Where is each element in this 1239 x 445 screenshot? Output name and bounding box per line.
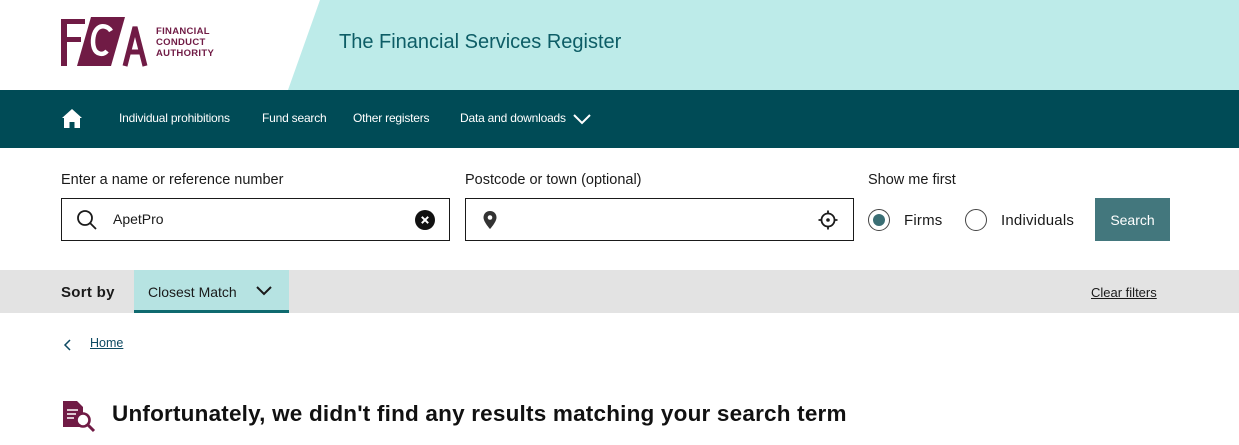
nav-item-data-and-downloads[interactable]: Data and downloads <box>460 111 566 125</box>
postcode-field-label: Postcode or town (optional) <box>465 172 642 188</box>
breadcrumb-home-link[interactable]: Home <box>90 336 123 350</box>
postcode-input[interactable] <box>465 198 854 241</box>
chevron-down-icon <box>256 286 272 296</box>
sort-select-value: Closest Match <box>148 284 237 300</box>
nav-item-individual-prohibitions[interactable]: Individual prohibitions <box>119 111 230 125</box>
logo-text-line: AUTHORITY <box>156 48 215 59</box>
clear-filters-link[interactable]: Clear filters <box>1091 285 1157 300</box>
nav-item-fund-search[interactable]: Fund search <box>262 111 327 125</box>
main-nav: Individual prohibitions Fund search Othe… <box>0 90 1239 148</box>
logo-text-line: CONDUCT <box>156 37 206 48</box>
location-pin-icon <box>483 211 497 229</box>
chevron-down-icon[interactable] <box>572 112 592 126</box>
logo-text-line: FINANCIAL <box>156 26 210 37</box>
sort-by-label: Sort by <box>61 284 115 301</box>
name-search-value: ApetPro <box>113 211 164 227</box>
radio-individuals[interactable] <box>965 209 987 231</box>
sort-select[interactable]: Closest Match <box>134 270 289 313</box>
home-icon[interactable] <box>60 107 84 131</box>
nav-item-other-registers[interactable]: Other registers <box>353 111 430 125</box>
site-title: The Financial Services Register <box>339 31 622 53</box>
name-field-label: Enter a name or reference number <box>61 172 284 188</box>
site-header: FINANCIAL CONDUCT AUTHORITY The Financia… <box>0 0 1239 90</box>
fca-logo-mark <box>61 17 148 67</box>
fca-logo[interactable]: FINANCIAL CONDUCT AUTHORITY <box>59 15 229 69</box>
sort-bar: Sort by Closest Match <box>0 270 1239 313</box>
radio-individuals-label[interactable]: Individuals <box>1001 212 1074 229</box>
search-button[interactable]: Search <box>1095 198 1170 241</box>
show-me-first-label: Show me first <box>868 172 956 188</box>
name-search-input[interactable]: ApetPro <box>61 198 450 241</box>
radio-firms-label[interactable]: Firms <box>904 212 943 229</box>
search-icon <box>77 210 97 230</box>
logo-wordmark: FINANCIAL CONDUCT AUTHORITY <box>156 26 236 59</box>
no-results-message: Unfortunately, we didn't find any result… <box>112 401 847 426</box>
chevron-left-icon <box>63 339 71 351</box>
crosshair-icon[interactable] <box>818 210 838 230</box>
radio-firms[interactable] <box>868 209 890 231</box>
document-search-icon <box>63 401 96 433</box>
clear-input-icon[interactable] <box>415 210 435 230</box>
